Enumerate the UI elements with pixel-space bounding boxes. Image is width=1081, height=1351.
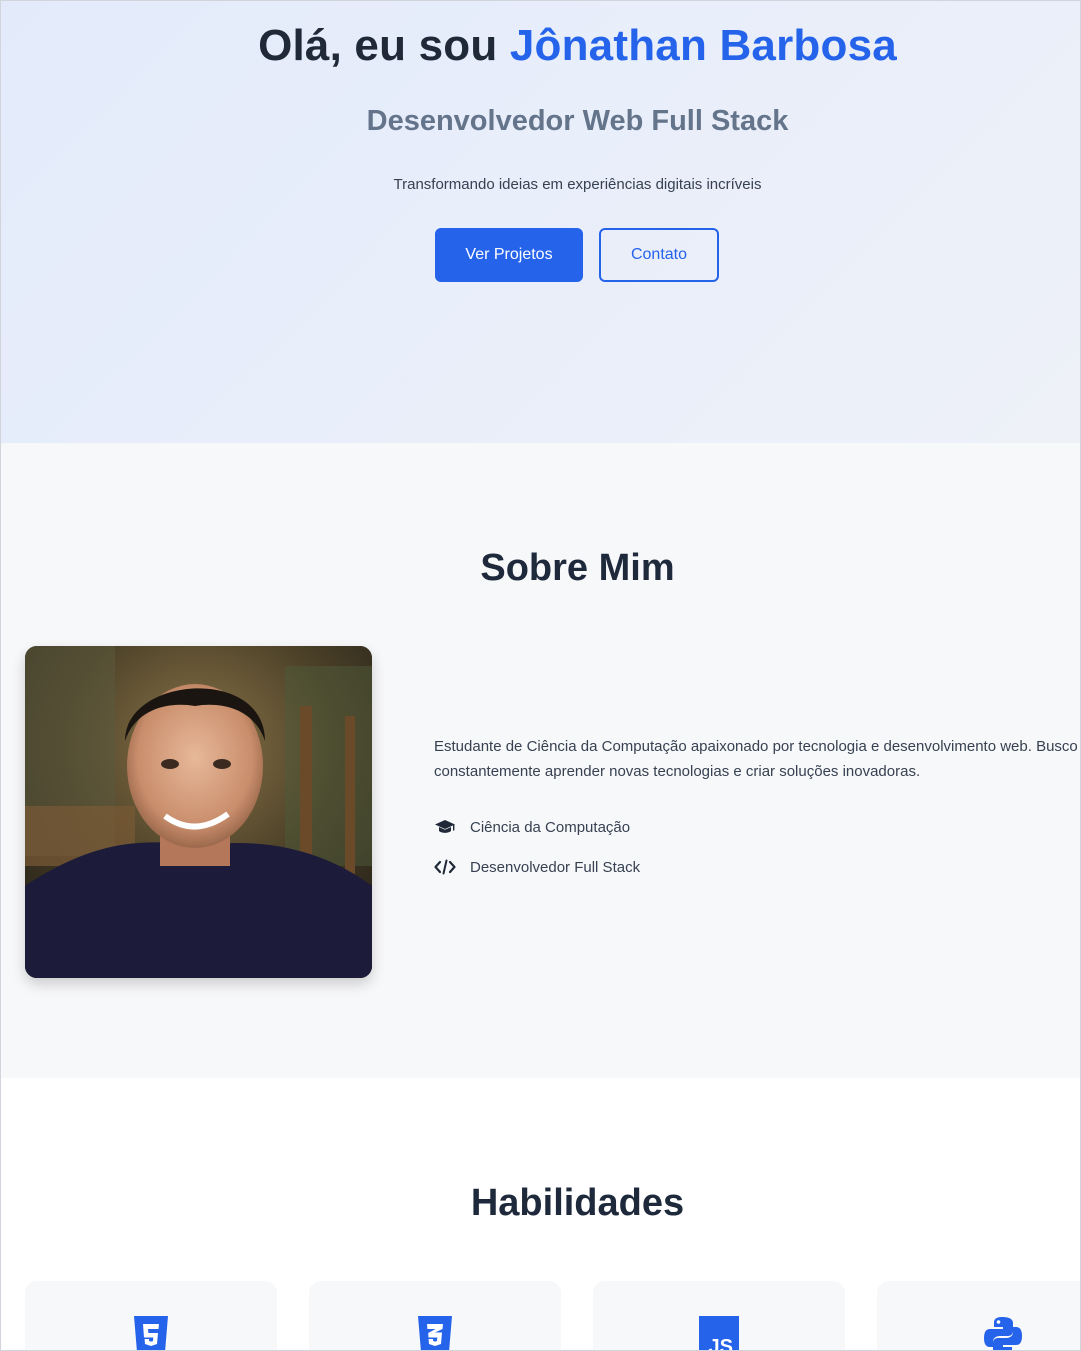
hero-name: Jônathan Barbosa	[509, 21, 897, 70]
hero-subtitle: Desenvolvedor Web Full Stack	[366, 105, 789, 137]
about-description-line-2: constantemente aprender novas tecnologia…	[434, 763, 921, 780]
profile-photo-illustration	[25, 646, 372, 978]
skill-card-css	[309, 1281, 561, 1350]
hero-greeting: Olá, eu sou	[258, 21, 510, 70]
about-item-role-label: Desenvolvedor Full Stack	[470, 858, 641, 876]
skills-section: Habilidades JS	[1, 1078, 1080, 1351]
about-description-line-1: Estudante de Ciência da Computação apaix…	[434, 738, 1078, 755]
contact-button[interactable]: Contato	[599, 228, 719, 282]
javascript-icon: JS	[699, 1315, 739, 1351]
javascript-badge: JS	[709, 1336, 733, 1351]
hero-section: Olá, eu sou Jônathan Barbosa Desenvolved…	[1, 1, 1080, 443]
skills-title: Habilidades	[470, 1182, 685, 1224]
html5-icon	[131, 1315, 171, 1350]
about-section: Sobre Mim Estudante de Ciência da Comput…	[1, 443, 1080, 1078]
view-projects-button[interactable]: Ver Projetos	[435, 228, 583, 282]
skill-card-html	[25, 1281, 277, 1350]
css3-icon	[415, 1315, 455, 1350]
graduation-cap-icon	[434, 818, 456, 836]
about-item-education: Ciência da Computação	[434, 818, 630, 836]
about-description: Estudante de Ciência da Computação apaix…	[434, 734, 1080, 784]
skill-card-javascript: JS	[593, 1281, 845, 1351]
about-item-role: Desenvolvedor Full Stack	[434, 858, 640, 876]
code-icon	[434, 858, 456, 876]
python-icon	[983, 1315, 1023, 1350]
skill-card-python	[877, 1281, 1080, 1350]
profile-photo	[25, 646, 372, 978]
about-title: Sobre Mim	[480, 547, 675, 589]
about-item-education-label: Ciência da Computação	[470, 818, 631, 836]
portfolio-page: Olá, eu sou Jônathan Barbosa Desenvolved…	[0, 0, 1081, 1351]
hero-title: Olá, eu sou Jônathan Barbosa	[1, 21, 1080, 71]
hero-tagline: Transformando ideias em experiências dig…	[393, 176, 762, 193]
